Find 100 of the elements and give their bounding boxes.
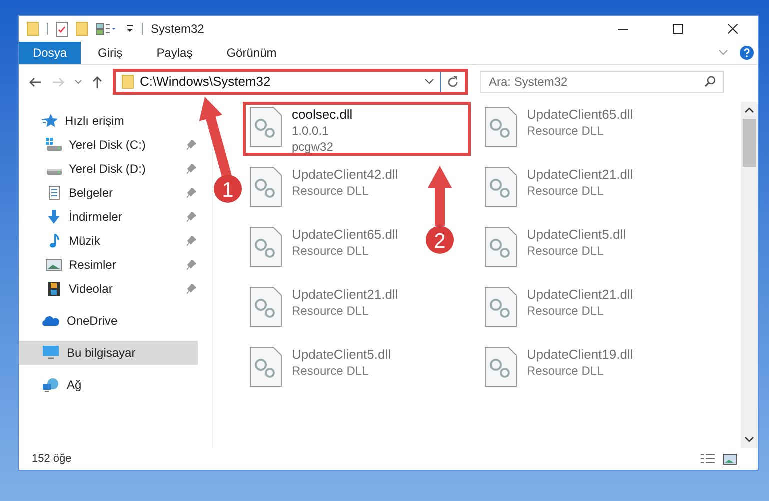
view-icon[interactable] bbox=[96, 22, 118, 36]
sidebar-label: Videolar bbox=[69, 281, 114, 298]
file-detail: Resource DLL bbox=[527, 123, 605, 139]
dll-file-icon bbox=[485, 287, 517, 327]
file-detail: Resource DLL bbox=[527, 243, 605, 259]
file-detail: Resource DLL bbox=[292, 243, 370, 259]
sidebar-item[interactable]: Resimler bbox=[19, 253, 198, 277]
callout-number: 2 bbox=[434, 230, 446, 253]
scroll-down-icon[interactable] bbox=[745, 437, 754, 443]
file-item[interactable]: UpdateClient5.dll Resource DLL bbox=[243, 342, 398, 396]
sidebar-item[interactable]: Ağ bbox=[19, 373, 198, 397]
sidebar-item[interactable]: İndirmeler bbox=[19, 205, 198, 229]
refresh-icon[interactable] bbox=[447, 76, 459, 88]
sidebar-label: Müzik bbox=[69, 233, 102, 250]
file-item[interactable]: UpdateClient19.dll Resource DLL bbox=[478, 342, 640, 396]
file-item[interactable]: UpdateClient42.dll Resource DLL bbox=[243, 162, 406, 216]
pin-icon[interactable] bbox=[187, 140, 196, 150]
pin-icon[interactable] bbox=[187, 212, 196, 222]
drive-icon bbox=[46, 138, 62, 152]
ribbon-tab[interactable]: Dosya bbox=[19, 42, 82, 64]
picture-icon bbox=[46, 258, 62, 272]
back-icon[interactable] bbox=[29, 76, 42, 88]
up-icon[interactable] bbox=[92, 76, 103, 88]
sidebar-item[interactable]: OneDrive bbox=[19, 309, 198, 333]
callout-badge bbox=[214, 175, 242, 203]
file-name: UpdateClient5.dll bbox=[292, 347, 392, 363]
download-icon bbox=[46, 210, 62, 224]
sidebar-label: Yerel Disk (D:) bbox=[69, 161, 147, 178]
file-detail: Resource DLL bbox=[527, 303, 605, 319]
sidebar-item[interactable]: Yerel Disk (C:) bbox=[19, 133, 198, 157]
network-icon bbox=[42, 378, 60, 392]
cloud-icon bbox=[42, 314, 60, 328]
folder-icon bbox=[122, 75, 134, 89]
file-name: UpdateClient5.dll bbox=[527, 227, 626, 243]
dll-file-icon bbox=[250, 167, 282, 207]
file-item[interactable]: UpdateClient65.dll Resource DLL bbox=[478, 102, 640, 156]
maximize-icon[interactable] bbox=[673, 24, 683, 34]
file-detail: Resource DLL bbox=[527, 363, 605, 379]
scrollbar[interactable] bbox=[741, 102, 758, 448]
sidebar-item[interactable]: Bu bilgisayar bbox=[19, 341, 198, 365]
dll-file-icon bbox=[250, 107, 282, 147]
ribbon-tab[interactable]: Paylaş bbox=[140, 42, 210, 64]
pin-icon[interactable] bbox=[187, 236, 196, 246]
file-name: UpdateClient42.dll bbox=[292, 167, 398, 183]
sidebar-item[interactable]: Videolar bbox=[19, 277, 198, 301]
scrollbar-thumb[interactable] bbox=[743, 119, 756, 167]
pin-icon[interactable] bbox=[187, 284, 196, 294]
file-item[interactable]: UpdateClient65.dll Resource DLL bbox=[243, 222, 406, 276]
callout-arrow bbox=[428, 166, 452, 226]
dropdown-icon[interactable] bbox=[126, 25, 134, 33]
sidebar-item[interactable]: Müzik bbox=[19, 229, 198, 253]
close-icon[interactable] bbox=[728, 24, 738, 34]
file-item[interactable]: coolsec.dll 1.0.0.1 pcgw32 bbox=[243, 102, 471, 156]
recent-locations-icon[interactable] bbox=[75, 80, 82, 84]
sidebar-label: Ağ bbox=[67, 377, 83, 394]
dll-file-icon bbox=[485, 167, 517, 207]
pin-icon[interactable] bbox=[187, 164, 196, 174]
ribbon-tab[interactable]: Giriş bbox=[81, 42, 140, 64]
window-title: System32 bbox=[151, 21, 204, 38]
file-item[interactable]: UpdateClient21.dll Resource DLL bbox=[478, 282, 640, 336]
file-item[interactable]: UpdateClient5.dll Resource DLL bbox=[478, 222, 634, 276]
pin-icon[interactable] bbox=[187, 188, 196, 198]
dll-file-icon bbox=[485, 227, 517, 267]
help-icon[interactable] bbox=[740, 46, 754, 60]
details-view-icon[interactable] bbox=[700, 454, 716, 464]
pin-icon[interactable] bbox=[187, 260, 196, 270]
ribbon-tab[interactable]: Görünüm bbox=[210, 42, 294, 64]
sidebar-label: Resimler bbox=[69, 257, 118, 274]
thumbnail-view-icon[interactable] bbox=[723, 454, 737, 464]
file-item[interactable]: UpdateClient21.dll Resource DLL bbox=[478, 162, 640, 216]
sidebar-item[interactable]: Belgeler bbox=[19, 181, 198, 205]
address-bar[interactable]: C:\Windows\System32 bbox=[113, 69, 468, 95]
sidebar-label: OneDrive bbox=[67, 313, 119, 330]
address-path: C:\Windows\System32 bbox=[140, 73, 272, 92]
file-name: UpdateClient21.dll bbox=[292, 287, 398, 303]
chevron-down-icon[interactable] bbox=[425, 79, 434, 85]
sidebar-label: Belgeler bbox=[69, 185, 114, 202]
sidebar-label: İndirmeler bbox=[69, 209, 124, 226]
dll-file-icon bbox=[250, 227, 282, 267]
film-icon bbox=[46, 282, 62, 296]
properties-icon[interactable] bbox=[56, 22, 68, 36]
scroll-up-icon[interactable] bbox=[745, 107, 754, 113]
search-field[interactable]: Ara: System32 bbox=[480, 71, 724, 93]
sidebar-label: Bu bilgisayar bbox=[67, 345, 137, 362]
file-detail: Resource DLL bbox=[527, 183, 605, 199]
search-icon bbox=[705, 76, 716, 87]
sidebar-item[interactable]: Hızlı erişim bbox=[19, 109, 198, 133]
sidebar-label: Yerel Disk (C:) bbox=[69, 137, 147, 154]
drive-icon bbox=[47, 169, 62, 175]
file-item[interactable]: UpdateClient21.dll Resource DLL bbox=[243, 282, 406, 336]
document-icon bbox=[46, 186, 62, 200]
file-detail: Resource DLL bbox=[292, 303, 370, 319]
file-name: UpdateClient65.dll bbox=[527, 107, 634, 123]
file-detail: pcgw32 bbox=[292, 139, 334, 155]
dll-file-icon bbox=[250, 287, 282, 327]
file-detail: Resource DLL bbox=[292, 363, 370, 379]
monitor-icon bbox=[42, 346, 60, 360]
sidebar-item[interactable]: Yerel Disk (D:) bbox=[19, 157, 198, 181]
file-name: coolsec.dll bbox=[292, 107, 353, 123]
callout-badge bbox=[426, 226, 454, 254]
